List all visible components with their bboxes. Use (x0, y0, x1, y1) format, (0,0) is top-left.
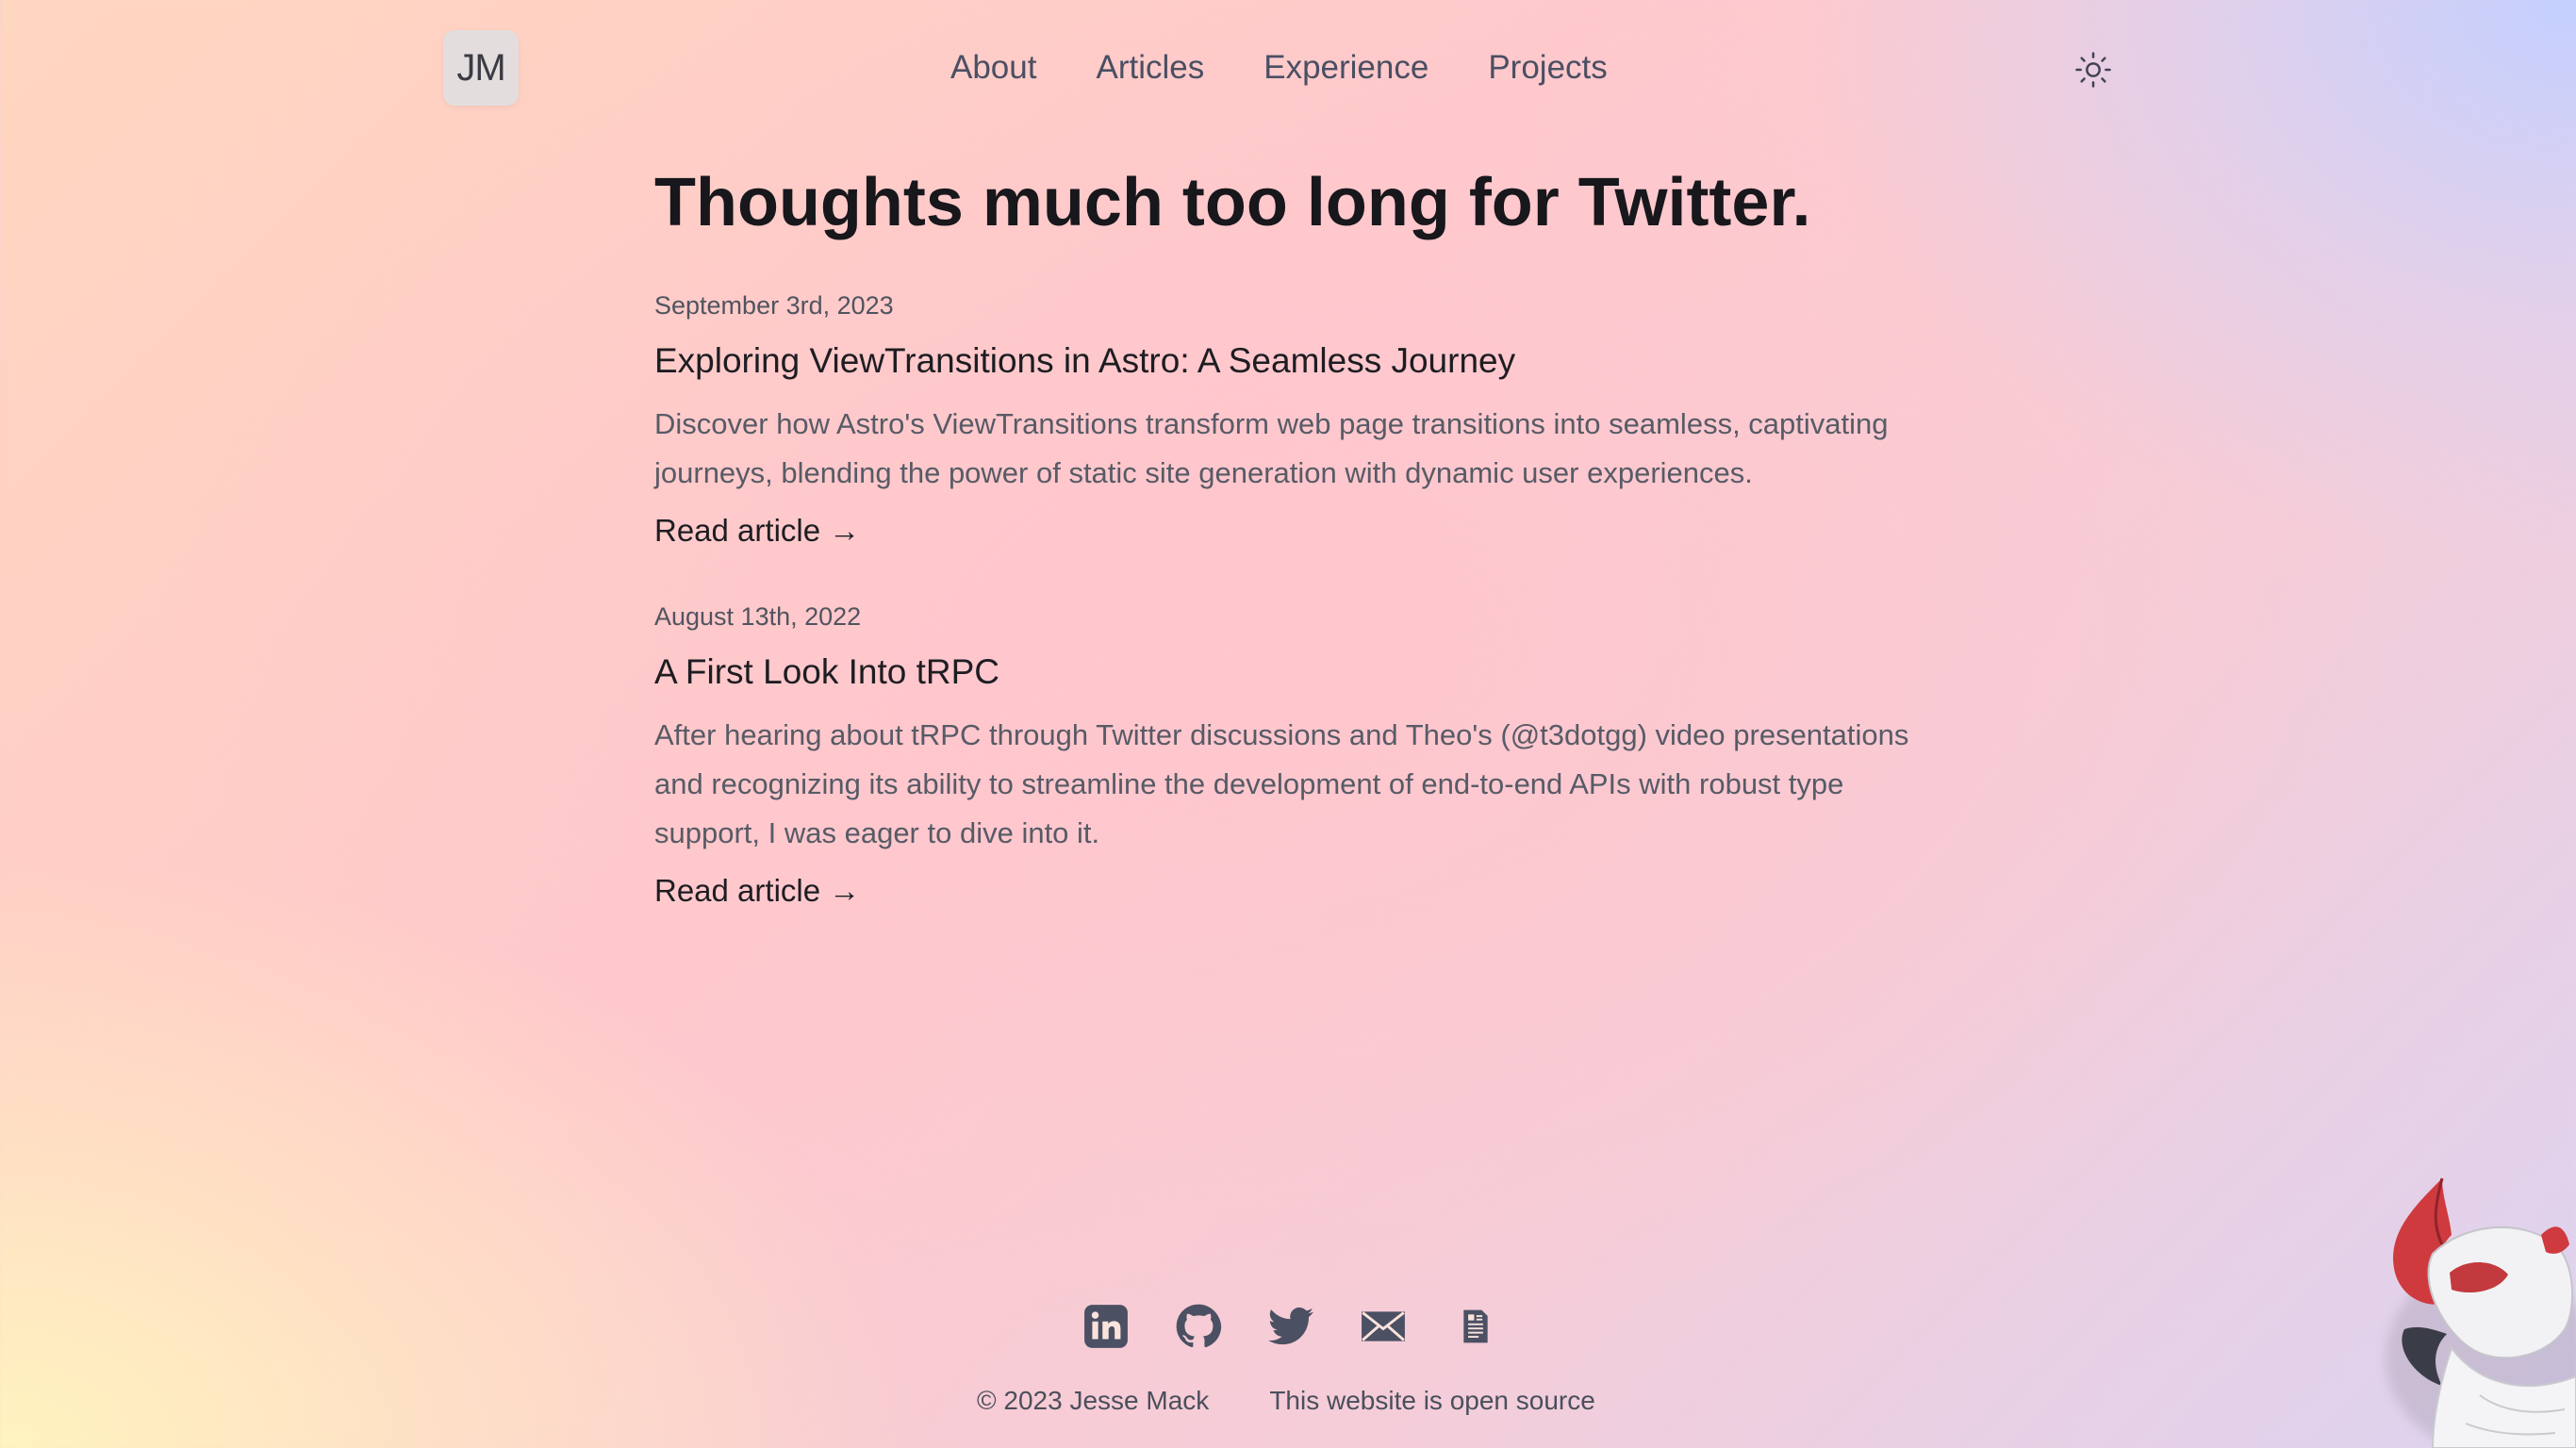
copyright-text: © 2023 Jesse Mack (977, 1386, 1210, 1415)
article-card: August 13th, 2022 A First Look Into tRPC… (654, 598, 1937, 914)
site-header: JM About Articles Experience Projects (0, 0, 2576, 137)
nav-link-experience[interactable]: Experience (1263, 40, 1428, 96)
twitter-link[interactable] (1267, 1303, 1314, 1350)
nav-link-projects[interactable]: Projects (1488, 40, 1607, 96)
page-title: Thoughts much too long for Twitter. (654, 165, 1811, 240)
linkedin-icon (1084, 1305, 1128, 1348)
article-date: September 3rd, 2023 (654, 291, 894, 320)
social-links (1082, 1303, 1499, 1350)
nav-link-about[interactable]: About (950, 40, 1036, 96)
article-title[interactable]: Exploring ViewTransitions in Astro: A Se… (654, 337, 1937, 385)
github-link[interactable] (1175, 1303, 1222, 1350)
github-icon (1176, 1304, 1222, 1348)
article-description: After hearing about tRPC through Twitter… (654, 718, 1909, 849)
mascot-character[interactable] (2376, 1169, 2576, 1448)
logo-text: JM (456, 46, 505, 89)
resume-link[interactable] (1452, 1303, 1499, 1350)
article-date: August 13th, 2022 (654, 602, 862, 631)
resume-icon (1463, 1309, 1488, 1343)
mascot-creature-icon (2386, 1177, 2576, 1448)
twitter-icon (1268, 1307, 1313, 1345)
article-title[interactable]: A First Look Into tRPC (654, 649, 1937, 696)
read-article-link[interactable]: Read article → (654, 507, 860, 554)
nav-link-articles[interactable]: Articles (1096, 40, 1204, 96)
email-link[interactable] (1360, 1303, 1407, 1350)
sun-icon (2075, 52, 2111, 88)
open-source-link[interactable]: This website is open source (1269, 1382, 1595, 1420)
home-logo[interactable]: JM (443, 30, 519, 106)
article-card: September 3rd, 2023 Exploring ViewTransi… (654, 287, 1937, 554)
main-nav: About Articles Experience Projects (950, 40, 1608, 96)
site-footer: © 2023 Jesse Mack This website is open s… (977, 1382, 1595, 1420)
mail-icon (1362, 1311, 1405, 1341)
theme-toggle-button[interactable] (2071, 47, 2116, 92)
linkedin-link[interactable] (1082, 1303, 1130, 1350)
articles-main: Thoughts much too long for Twitter. Sept… (654, 160, 1937, 914)
read-article-link[interactable]: Read article → (654, 867, 860, 914)
article-description: Discover how Astro's ViewTransitions tra… (654, 407, 1889, 489)
